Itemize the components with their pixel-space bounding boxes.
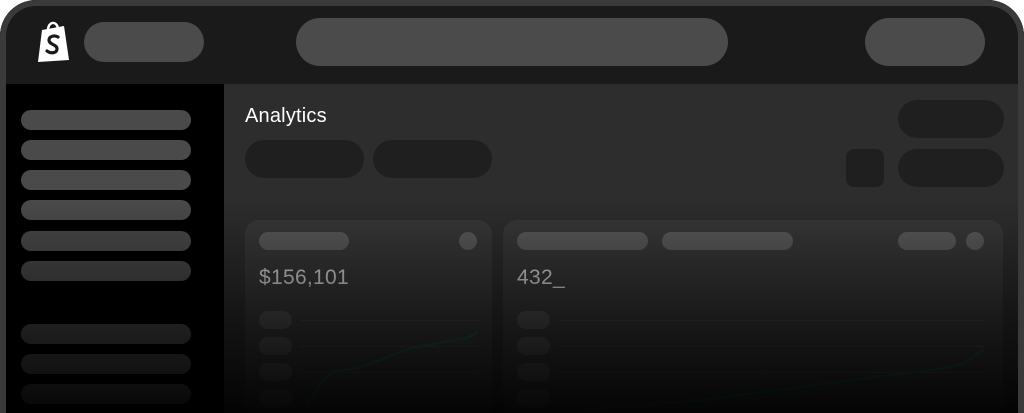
store-selector-placeholder[interactable] (84, 22, 204, 62)
header-action-button-placeholder[interactable] (898, 100, 1004, 138)
sidebar (6, 84, 224, 413)
sessions-trend-line (562, 349, 984, 413)
date-range-button-placeholder[interactable] (245, 140, 364, 178)
sidebar-item-placeholder[interactable] (21, 110, 191, 130)
header-action-button-placeholder[interactable] (898, 149, 1004, 187)
sidebar-item-placeholder[interactable] (21, 140, 191, 160)
page-title: Analytics (245, 105, 327, 127)
sidebar-item-placeholder[interactable] (21, 231, 191, 251)
top-bar (0, 0, 1024, 84)
metric-card[interactable]: 432_ (503, 220, 1003, 413)
sidebar-item-placeholder[interactable] (21, 261, 191, 281)
app-window: Analytics $156,101 432_ (0, 0, 1024, 413)
sales-trend-line (306, 331, 479, 407)
sidebar-item-placeholder[interactable] (21, 200, 191, 220)
sidebar-item-placeholder[interactable] (21, 170, 191, 190)
shopify-bag-icon[interactable] (34, 18, 74, 64)
metric-card[interactable]: $156,101 (245, 220, 492, 413)
sidebar-item-placeholder[interactable] (21, 354, 191, 374)
search-bar-placeholder[interactable] (296, 18, 728, 66)
sidebar-item-placeholder[interactable] (21, 384, 191, 404)
icon-button-placeholder[interactable] (846, 149, 884, 187)
main-content: Analytics $156,101 432_ (224, 84, 1024, 413)
sidebar-item-placeholder[interactable] (21, 324, 191, 344)
account-menu-placeholder[interactable] (865, 18, 985, 66)
compare-button-placeholder[interactable] (373, 140, 492, 178)
